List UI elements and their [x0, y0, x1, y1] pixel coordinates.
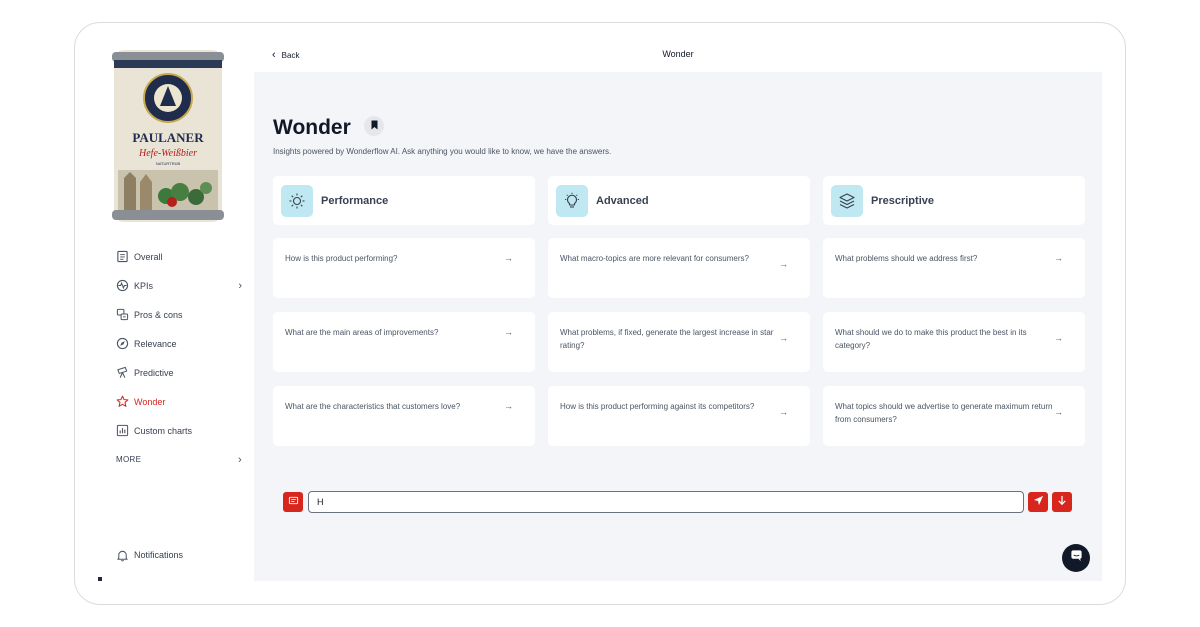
question-text: What topics should we advertise to gener…: [835, 402, 1053, 424]
column-title: Prescriptive: [871, 194, 934, 207]
bell-icon: [114, 547, 130, 563]
arrow-right-icon: →: [779, 407, 788, 417]
clear-chat-button[interactable]: [283, 492, 303, 512]
question-card[interactable]: What problems, if fixed, generate the la…: [548, 312, 810, 372]
sidebar-item-custom-charts[interactable]: Custom charts: [114, 416, 242, 445]
pros-cons-icon: [114, 307, 130, 323]
column-header: Performance: [273, 176, 535, 225]
scroll-down-button[interactable]: [1052, 492, 1072, 512]
sidebar-item-label: Wonder: [134, 396, 166, 407]
arrow-right-icon: →: [1054, 407, 1063, 417]
question-card[interactable]: What are the main areas of improvements?…: [273, 312, 535, 372]
sidebar-more[interactable]: MORE ›: [114, 445, 242, 474]
chevron-right-icon: ›: [238, 453, 242, 466]
column-advanced: Advanced What macro-topics are more rele…: [548, 176, 810, 446]
column-prescriptive: Prescriptive What problems should we add…: [823, 176, 1085, 446]
notifications-label: Notifications: [134, 550, 184, 560]
question-card[interactable]: What macro-topics are more relevant for …: [548, 238, 810, 298]
chart-icon: [114, 423, 130, 439]
lightbulb-icon: [556, 184, 588, 217]
arrow-right-icon: →: [1054, 253, 1063, 263]
question-text: What are the characteristics that custom…: [285, 402, 461, 411]
svg-text:NATURTRÜB: NATURTRÜB: [156, 161, 181, 166]
question-text: What are the main areas of improvements?: [285, 328, 439, 337]
sidebar-item-label: Overall: [134, 251, 163, 262]
sidebar-item-label: Pros & cons: [134, 309, 183, 320]
send-button[interactable]: [1028, 492, 1048, 512]
column-title: Performance: [321, 194, 389, 207]
sidebar-item-label: KPIs: [134, 280, 154, 291]
bookmark-icon: [370, 117, 379, 135]
send-icon: [1033, 493, 1044, 511]
question-card[interactable]: What are the characteristics that custom…: [273, 386, 535, 446]
sidebar-item-overall[interactable]: Overall: [114, 242, 242, 271]
compass-icon: [114, 336, 130, 352]
sidebar-item-label: Predictive: [134, 367, 174, 378]
arrow-right-icon: →: [504, 327, 513, 337]
arrow-right-icon: →: [779, 259, 788, 269]
sidebar-item-relevance[interactable]: Relevance: [114, 329, 242, 358]
sidebar-item-kpis[interactable]: KPIs ›: [114, 271, 242, 300]
chat-input[interactable]: [308, 491, 1024, 513]
sidebar-item-label: Relevance: [134, 338, 177, 349]
eraser-icon: [288, 493, 299, 511]
arrow-right-icon: →: [779, 333, 788, 343]
bookmark-button[interactable]: [364, 116, 384, 136]
sun-icon: [281, 184, 313, 217]
arrow-right-icon: →: [504, 401, 513, 411]
sidebar-more-label: MORE: [116, 455, 142, 464]
chevron-right-icon: ›: [238, 279, 242, 292]
arrow-right-icon: →: [1054, 333, 1063, 343]
sidebar-item-pros-cons[interactable]: Pros & cons: [114, 300, 242, 329]
support-chat-button[interactable]: [1062, 544, 1090, 572]
star-icon: [114, 394, 130, 410]
corner-mark: [98, 577, 102, 581]
column-header: Prescriptive: [823, 176, 1085, 225]
question-card[interactable]: How is this product performing against i…: [548, 386, 810, 446]
question-card[interactable]: What problems should we address first? →: [823, 238, 1085, 298]
question-text: What should we do to make this product t…: [835, 328, 1027, 350]
column-header: Advanced: [548, 176, 810, 225]
sidebar-item-label: Custom charts: [134, 425, 193, 436]
question-text: How is this product performing against i…: [560, 402, 755, 411]
svg-text:Hefe-Weißbier: Hefe-Weißbier: [138, 148, 197, 159]
sidebar-notifications[interactable]: Notifications: [114, 547, 183, 563]
top-bar-title: Wonder: [662, 49, 694, 59]
main-panel: Wonder Insights powered by Wonderflow AI…: [254, 72, 1102, 581]
column-title: Advanced: [596, 194, 649, 207]
question-text: What macro-topics are more relevant for …: [560, 254, 749, 263]
question-card[interactable]: What topics should we advertise to gener…: [823, 386, 1085, 446]
sidebar-nav: Overall KPIs › Pros & cons Relevance Pre…: [114, 242, 242, 474]
arrow-down-icon: [1057, 493, 1067, 511]
layers-icon: [831, 184, 863, 217]
document-icon: [114, 249, 130, 265]
page-title: Wonder: [273, 116, 351, 139]
question-card[interactable]: What should we do to make this product t…: [823, 312, 1085, 372]
question-text: What problems should we address first?: [835, 254, 978, 263]
sidebar-item-wonder[interactable]: Wonder: [114, 387, 242, 416]
question-card[interactable]: How is this product performing? →: [273, 238, 535, 298]
telescope-icon: [114, 365, 130, 381]
page-subtitle: Insights powered by Wonderflow AI. Ask a…: [273, 147, 612, 156]
sidebar-item-predictive[interactable]: Predictive: [114, 358, 242, 387]
question-text: What problems, if fixed, generate the la…: [560, 328, 774, 350]
arrow-right-icon: →: [504, 253, 513, 263]
product-image: PAULANER Hefe-Weißbier NATURTRÜB: [112, 50, 224, 222]
top-bar: ‹ Back Wonder: [254, 36, 1102, 72]
pulse-icon: [114, 278, 130, 294]
column-performance: Performance How is this product performi…: [273, 176, 535, 446]
question-text: How is this product performing?: [285, 254, 398, 263]
svg-text:PAULANER: PAULANER: [132, 130, 204, 145]
chat-bubble-icon: [1070, 549, 1083, 567]
